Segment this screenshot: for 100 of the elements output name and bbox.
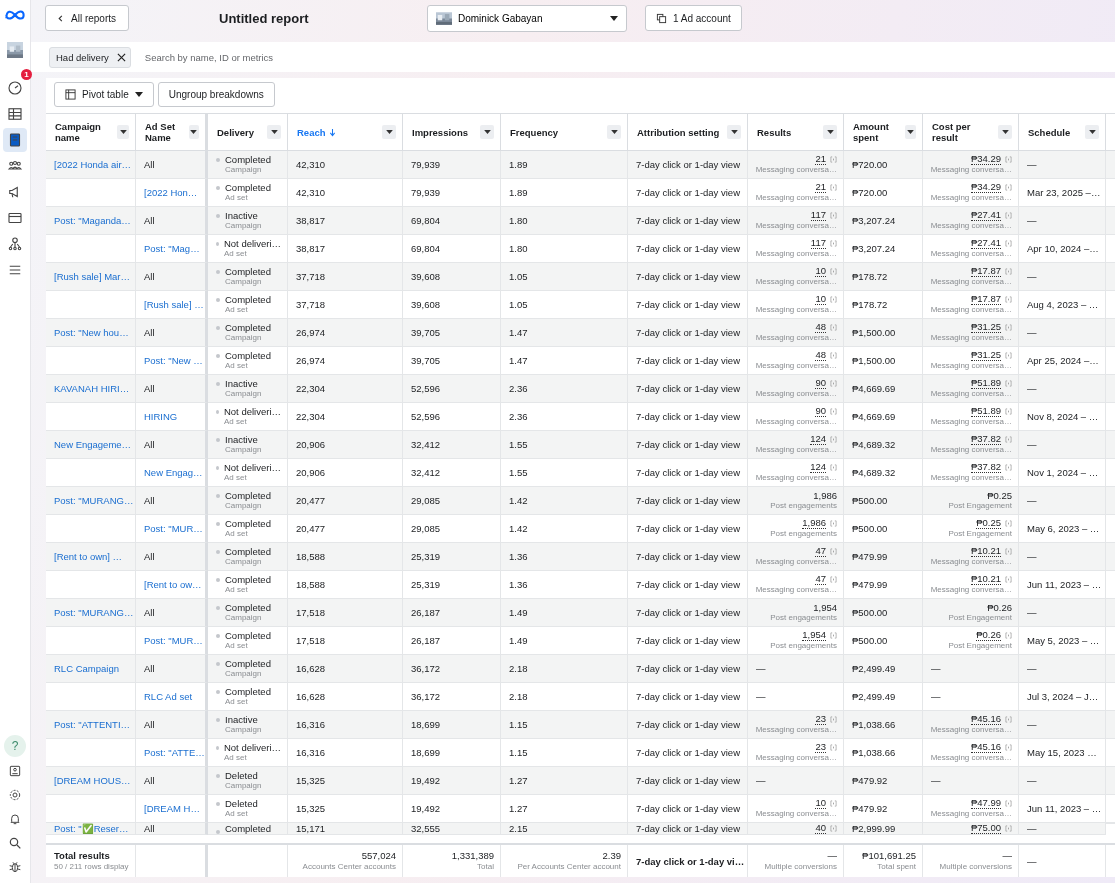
contact-card-icon[interactable]	[7, 763, 23, 779]
delivery-status: Inactive	[225, 434, 259, 445]
column-menu-button[interactable]	[607, 125, 621, 139]
column-menu-button[interactable]	[823, 125, 837, 139]
campaign-link[interactable]: KAVANAH HIRI…	[54, 383, 130, 394]
column-header[interactable]: Impressions	[412, 126, 468, 138]
column-header[interactable]: Results	[757, 126, 792, 138]
result-type: Messaging conversa…	[755, 753, 837, 763]
bug-icon[interactable]	[7, 859, 23, 875]
column-header[interactable]: Cost per result	[932, 121, 999, 143]
column-header[interactable]: Campaign name	[55, 121, 118, 143]
status-dot	[216, 214, 220, 218]
column-menu-button[interactable]	[480, 125, 494, 139]
column-header[interactable]: Reach	[297, 126, 336, 138]
campaign-link[interactable]: Post: "✅Reser…	[54, 823, 129, 834]
column-header[interactable]: Schedule	[1028, 126, 1071, 138]
table-cell: 37,718	[288, 263, 403, 291]
table-cell: 2.36	[501, 375, 628, 403]
total-caption: Multiple conversions	[939, 862, 1012, 872]
ad-set-link[interactable]: [Rush sale] …	[144, 299, 204, 310]
delivery-status: Not deliveri…	[223, 462, 281, 473]
column-header[interactable]: Ad Set Name	[145, 121, 189, 143]
column-header[interactable]: Amount spent	[853, 121, 905, 143]
help-button[interactable]: ?	[4, 735, 26, 757]
cost-value: —	[931, 663, 941, 674]
ad-set-link[interactable]: [DREAM H…	[144, 803, 200, 814]
table-cell: ₱720.00	[844, 151, 923, 179]
delivery-status: Completed	[225, 490, 271, 501]
caret-icon	[906, 130, 914, 134]
column-menu-button[interactable]	[188, 125, 199, 139]
account-dropdown[interactable]: Dominick Gabayan	[427, 4, 627, 32]
search-icon[interactable]	[7, 835, 23, 851]
status-dot	[216, 270, 220, 274]
ad-set-link[interactable]: Post: "MUR…	[144, 635, 203, 646]
cost-value: ₱17.87	[970, 294, 1001, 305]
column-menu-button[interactable]	[267, 125, 281, 139]
results-value: —	[756, 691, 766, 702]
campaign-link[interactable]: [DREAM HOUS…	[54, 775, 131, 786]
column-menu-button[interactable]	[904, 125, 916, 139]
all-reports-button[interactable]: All reports	[45, 5, 129, 31]
delivery-level: Ad set	[225, 529, 249, 539]
total-caption: Multiple conversions	[764, 862, 837, 872]
comparison-icon	[1005, 548, 1012, 555]
results-value: —	[756, 775, 766, 786]
column-header[interactable]: Frequency	[510, 126, 559, 138]
ungroup-breakdowns-button[interactable]: Ungroup breakdowns	[157, 82, 275, 107]
column-menu-button[interactable]	[1085, 125, 1099, 139]
column-menu-button[interactable]	[998, 125, 1012, 139]
result-type: Messaging conversa…	[930, 557, 1012, 567]
ad-set-link[interactable]: Post: "Mag…	[144, 243, 200, 254]
status-dot	[216, 186, 220, 190]
ad-set-link[interactable]: Post: "ATTE…	[144, 747, 205, 758]
nav-item[interactable]	[3, 128, 27, 152]
column-menu-button[interactable]	[727, 125, 741, 139]
column-header[interactable]: Attribution setting	[637, 126, 720, 138]
cost-value: ₱37.82	[970, 462, 1001, 473]
cost-value: ₱51.89	[970, 406, 1001, 417]
campaign-link[interactable]: Post: "MURANG…	[54, 495, 134, 506]
pivot-table-dropdown[interactable]: Pivot table	[54, 82, 154, 107]
campaign-link[interactable]: New Engageme…	[54, 439, 132, 450]
delivery-level: Ad set	[223, 249, 248, 259]
sort-arrow-icon	[328, 127, 336, 137]
ad-set-link[interactable]: [2022 Hon…	[144, 187, 198, 198]
table-cell: —	[1019, 845, 1106, 877]
campaign-link[interactable]: [Rent to own] …	[54, 551, 123, 562]
campaign-link[interactable]: [2022 Honda air…	[54, 159, 132, 170]
campaign-link[interactable]: RLC Campaign	[54, 663, 119, 674]
results-value: 124	[810, 434, 826, 445]
table-cell: —	[1019, 543, 1106, 571]
close-icon[interactable]	[116, 52, 126, 62]
ad-set-link[interactable]: Post: "MUR…	[144, 523, 203, 534]
table-cell: 52,596	[403, 375, 501, 403]
campaign-link[interactable]: Post: "New hou…	[54, 327, 129, 338]
ad-set-link[interactable]: Post: "New …	[144, 355, 203, 366]
table-cell: 20,906	[288, 431, 403, 459]
column-menu-button[interactable]	[117, 125, 129, 139]
column-menu-button[interactable]	[382, 125, 396, 139]
campaign-link[interactable]: [Rush sale] Mar…	[54, 271, 131, 282]
result-type: Messaging conversa…	[755, 305, 837, 315]
campaign-link[interactable]: Post: "Maganda…	[54, 215, 131, 226]
bell-icon[interactable]	[7, 811, 23, 827]
filter-chip[interactable]: Had delivery	[49, 46, 131, 68]
cost-value: ₱37.82	[970, 434, 1001, 445]
campaign-link[interactable]: Post: "MURANG…	[54, 607, 134, 618]
search-field[interactable]: Search by name, ID or metrics	[142, 50, 547, 64]
total-caption: Per Accounts Center account	[517, 862, 621, 872]
ad-set-link[interactable]: RLC Ad set	[144, 691, 193, 702]
ad-account-button[interactable]: 1 Ad account	[645, 5, 742, 31]
meta-logo[interactable]	[4, 8, 26, 22]
column-header[interactable]: Delivery	[217, 126, 254, 138]
settings-icon[interactable]	[7, 787, 23, 803]
ad-set-link[interactable]: HIRING	[144, 411, 178, 422]
campaign-link[interactable]: Post: "ATTENTI…	[54, 719, 131, 730]
table-cell: 26,187	[403, 599, 501, 627]
ad-set-link[interactable]: [Rent to ow…	[144, 579, 202, 590]
table-cell: —	[1019, 711, 1106, 739]
comparison-icon	[830, 380, 837, 387]
ad-set-link[interactable]: New Engag…	[144, 467, 203, 478]
result-type: Messaging conversa…	[755, 389, 837, 399]
comparison-icon	[830, 408, 837, 415]
